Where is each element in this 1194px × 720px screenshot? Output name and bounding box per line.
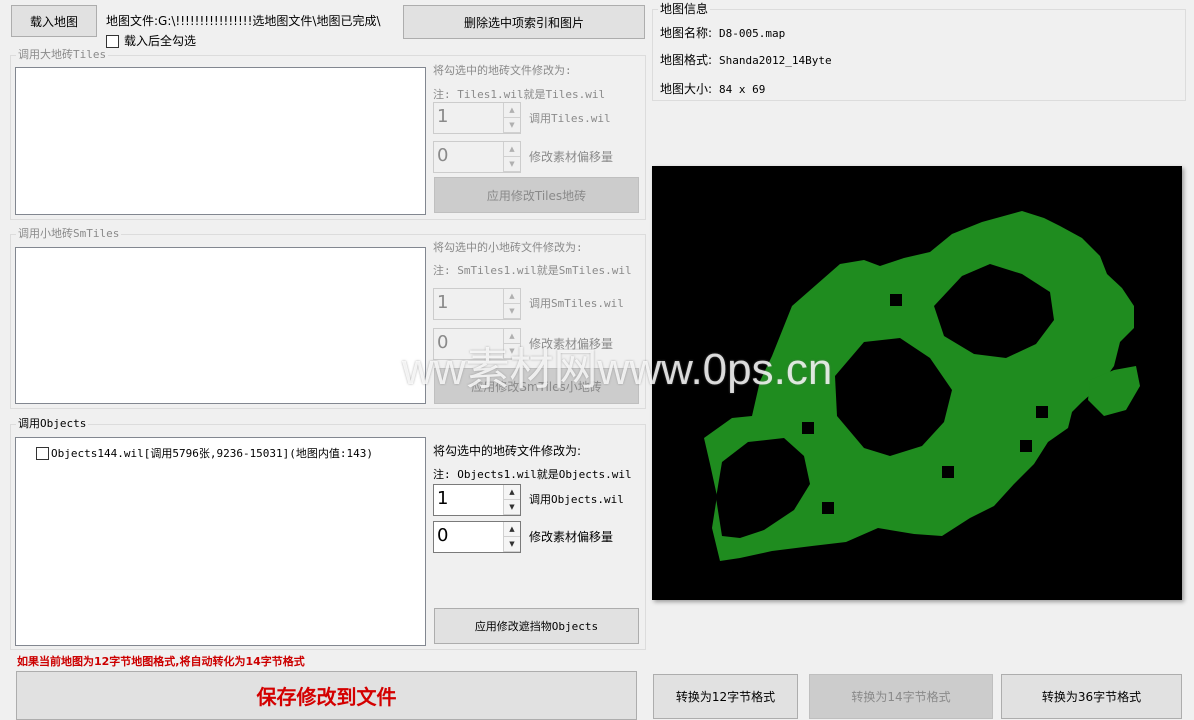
stepper-down-icon[interactable]: ▼ xyxy=(504,157,520,172)
smtiles-offset-value: 0 xyxy=(437,332,449,353)
tiles-index-value: 1 xyxy=(437,106,449,127)
format-warning: 如果当前地图为12字节地图格式,将自动转化为14字节格式 xyxy=(17,655,305,668)
tiles-index-label: 调用Tiles.wil xyxy=(529,112,611,125)
objects-index-label: 调用Objects.wil xyxy=(529,493,624,506)
objects-note: 注: Objects1.wil就是Objects.wil xyxy=(433,468,632,481)
stepper-up-icon[interactable]: ▲ xyxy=(504,329,520,344)
smtiles-index-value: 1 xyxy=(437,292,449,313)
tiles-modify-label: 将勾选中的地砖文件修改为: xyxy=(433,64,572,77)
tiles-index-stepper[interactable]: 1 ▲ ▼ xyxy=(433,102,521,134)
stepper-up-icon[interactable]: ▲ xyxy=(504,289,520,304)
objects-index-stepper[interactable]: 1 ▲ ▼ xyxy=(433,484,521,516)
apply-smtiles-button[interactable]: 应用修改SmTiles小地砖 xyxy=(434,368,639,404)
stepper-up-icon[interactable]: ▲ xyxy=(504,103,520,118)
smtiles-offset-label: 修改素材偏移量 xyxy=(529,337,614,351)
convert-36-byte-button[interactable]: 转换为36字节格式 xyxy=(1001,674,1182,719)
smtiles-listbox[interactable] xyxy=(15,247,426,404)
smtiles-index-label: 调用SmTiles.wil xyxy=(529,297,624,310)
map-size-label: 地图大小: xyxy=(660,82,713,96)
stepper-down-icon[interactable]: ▼ xyxy=(504,118,520,133)
objects-modify-label: 将勾选中的地砖文件修改为: xyxy=(433,444,582,458)
stepper-up-icon[interactable]: ▲ xyxy=(504,485,520,500)
stepper-up-icon[interactable]: ▲ xyxy=(504,522,520,537)
stepper-down-icon[interactable]: ▼ xyxy=(504,304,520,319)
smtiles-modify-label: 将勾选中的小地砖文件修改为: xyxy=(433,241,583,254)
smtiles-offset-stepper[interactable]: 0 ▲ ▼ xyxy=(433,328,521,360)
stepper-down-icon[interactable]: ▼ xyxy=(504,537,520,552)
delete-selected-button[interactable]: 删除选中项索引和图片 xyxy=(403,5,645,39)
objects-group-title: 调用Objects xyxy=(16,417,89,431)
tiles-offset-value: 0 xyxy=(437,145,449,166)
smtiles-group-title: 调用小地砖SmTiles xyxy=(16,227,122,241)
minimap-preview[interactable] xyxy=(652,166,1182,600)
stepper-up-icon[interactable]: ▲ xyxy=(504,142,520,157)
smtiles-index-stepper[interactable]: 1 ▲ ▼ xyxy=(433,288,521,320)
apply-tiles-button[interactable]: 应用修改Tiles地砖 xyxy=(434,177,639,213)
convert-14-byte-button[interactable]: 转换为14字节格式 xyxy=(809,674,993,719)
objects-offset-stepper[interactable]: 0 ▲ ▼ xyxy=(433,521,521,553)
stepper-down-icon[interactable]: ▼ xyxy=(504,500,520,515)
smtiles-note: 注: SmTiles1.wil就是SmTiles.wil xyxy=(433,264,632,277)
objects-index-value: 1 xyxy=(437,488,449,509)
save-to-file-button[interactable]: 保存修改到文件 xyxy=(16,671,637,720)
objects-listbox[interactable]: Objects144.wil[调用5796张,9236-15031](地图内值:… xyxy=(15,437,426,646)
stepper-down-icon[interactable]: ▼ xyxy=(504,344,520,359)
map-name-label: 地图名称: xyxy=(660,26,713,40)
map-size-value: 84 x 69 xyxy=(719,83,766,96)
tiles-offset-stepper[interactable]: 0 ▲ ▼ xyxy=(433,141,521,173)
select-all-label: 载入后全勾选 xyxy=(124,34,197,48)
map-info-title: 地图信息 xyxy=(658,2,711,16)
objects-offset-label: 修改素材偏移量 xyxy=(529,530,614,544)
map-name-value: D8-005.map xyxy=(719,27,786,40)
select-all-checkbox[interactable] xyxy=(106,35,119,48)
list-item[interactable]: Objects144.wil[调用5796张,9236-15031](地图内值:… xyxy=(36,445,373,461)
map-format-label: 地图格式: xyxy=(660,53,713,67)
tiles-group-title: 调用大地砖Tiles xyxy=(16,48,109,62)
tiles-listbox[interactable] xyxy=(15,67,426,215)
minimap-terrain xyxy=(704,211,1140,561)
map-file-path: 地图文件:G:\!!!!!!!!!!!!!!!!选地图文件\地图已完成\ xyxy=(106,14,381,28)
convert-12-byte-button[interactable]: 转换为12字节格式 xyxy=(653,674,798,719)
apply-objects-button[interactable]: 应用修改遮挡物Objects xyxy=(434,608,639,644)
objects-item-checkbox[interactable] xyxy=(36,446,49,460)
map-format-value: Shanda2012_14Byte xyxy=(719,54,832,67)
objects-item-label: Objects144.wil[调用5796张,9236-15031](地图内值:… xyxy=(51,447,374,460)
objects-offset-value: 0 xyxy=(437,525,449,546)
load-map-button[interactable]: 载入地图 xyxy=(11,5,97,37)
tiles-offset-label: 修改素材偏移量 xyxy=(529,150,614,164)
tiles-note: 注: Tiles1.wil就是Tiles.wil xyxy=(433,88,606,101)
